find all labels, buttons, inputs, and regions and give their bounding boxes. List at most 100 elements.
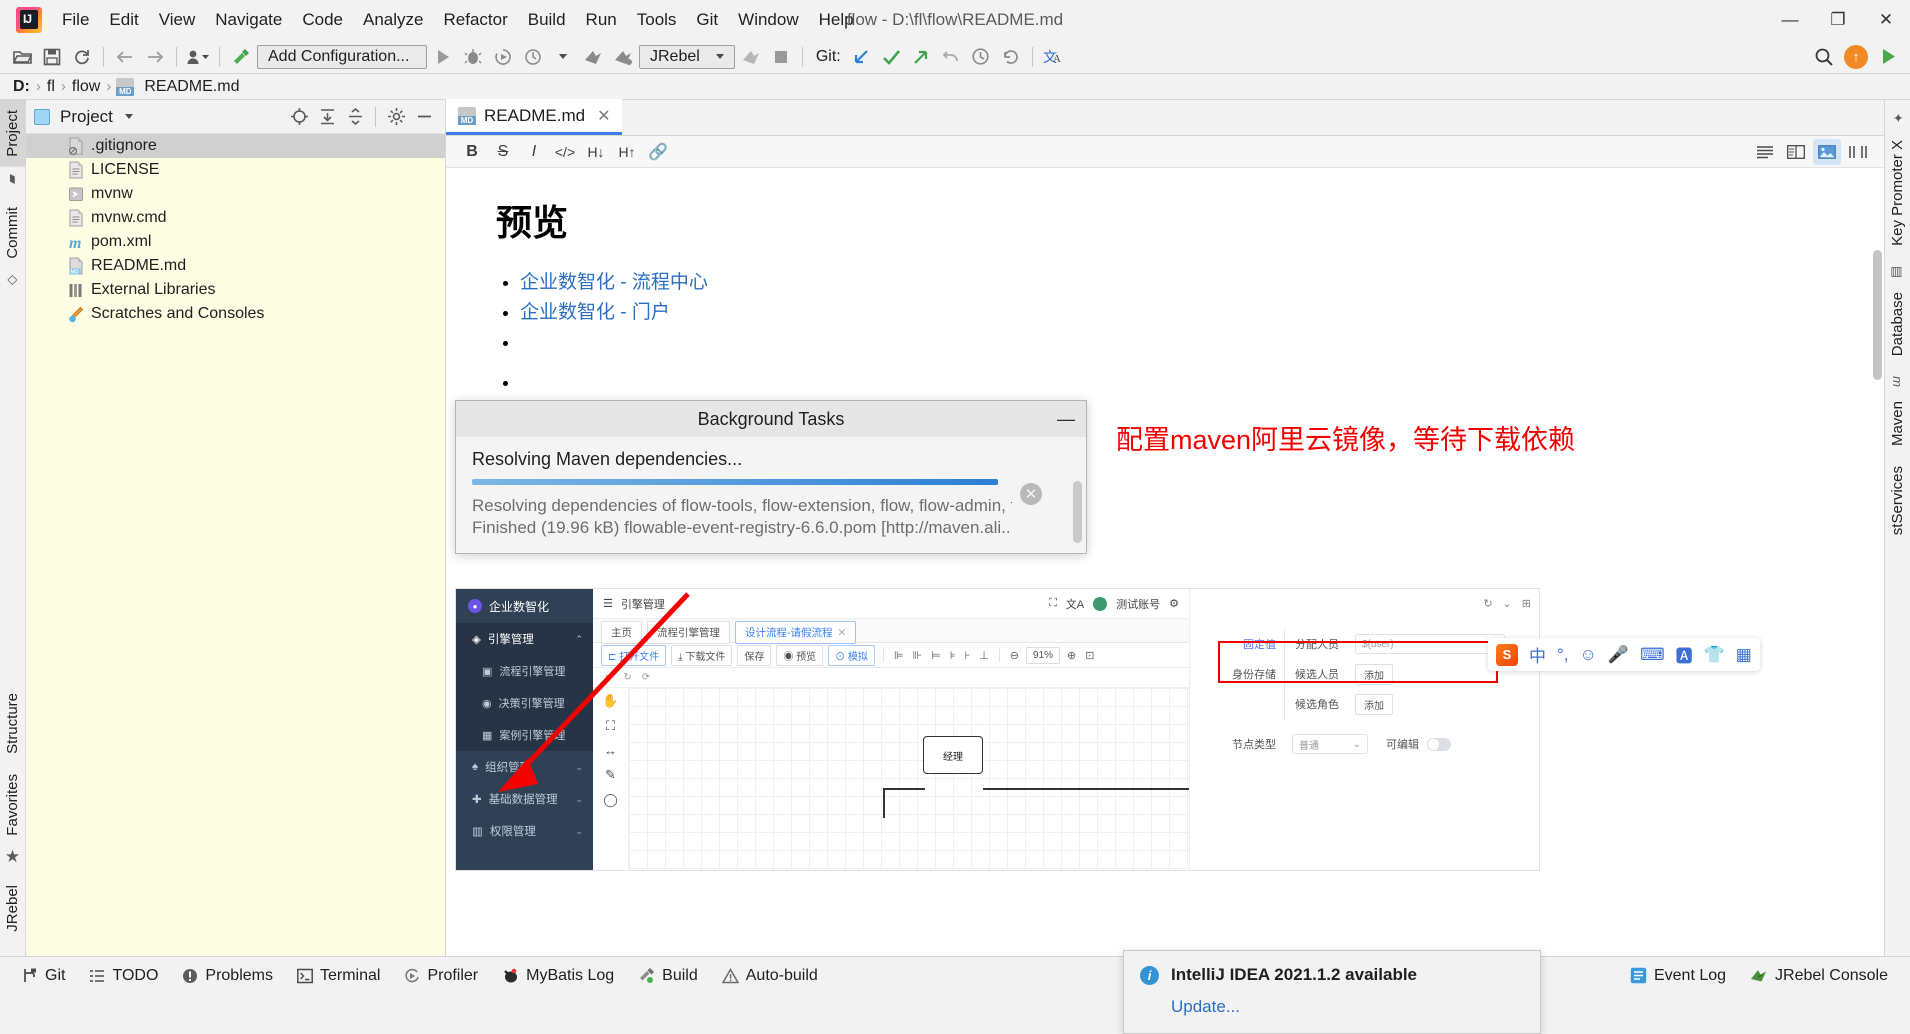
expand-all-icon[interactable] <box>314 104 340 130</box>
stop-button-icon[interactable] <box>767 44 795 70</box>
jrebel-debug-icon[interactable] <box>609 44 637 70</box>
collapse-all-icon[interactable] <box>342 104 368 130</box>
tool-window-structure[interactable]: Structure <box>0 683 25 764</box>
app-preview-button[interactable]: ◉ 预览 <box>776 644 824 666</box>
run-configuration-selector[interactable]: Add Configuration... <box>257 44 427 69</box>
app-download-file-button[interactable]: ⤓ 下载文件 <box>671 644 733 666</box>
run-button-icon[interactable] <box>429 44 457 70</box>
translate-icon[interactable]: 文A <box>1040 44 1068 70</box>
code-button[interactable]: </> <box>551 139 579 165</box>
status-event-log[interactable]: Event Log <box>1620 963 1736 989</box>
sogou-ime-icon[interactable]: S <box>1496 643 1518 666</box>
ime-mode-label[interactable]: 中 <box>1529 642 1546 667</box>
hamburger-icon[interactable]: ☰ <box>603 597 613 610</box>
tree-item-pom-xml[interactable]: m pom.xml <box>26 230 445 254</box>
app-simulate-button[interactable]: ⊙ 模拟 <box>828 644 875 666</box>
heading-up-button[interactable]: H↑ <box>613 139 641 165</box>
sync-refresh-icon[interactable] <box>68 44 96 70</box>
tree-item-mvnw-cmd[interactable]: mvnw.cmd <box>26 206 445 230</box>
tree-item-scratches[interactable]: Scratches and Consoles <box>26 302 445 326</box>
breadcrumb-file[interactable]: README.md <box>141 78 242 96</box>
status-git[interactable]: Git <box>12 963 75 989</box>
breadcrumb-part-fl[interactable]: fl <box>44 78 58 96</box>
toggle-editor-layout-button[interactable] <box>1844 139 1872 165</box>
properties-chevron-icon[interactable]: ⌄ <box>1503 597 1512 610</box>
build-hammer-icon[interactable] <box>227 44 255 70</box>
align-bottom-icon[interactable]: ⊥ <box>977 649 991 662</box>
open-folder-icon[interactable] <box>8 44 36 70</box>
settings-gear-icon[interactable]: ⚙ <box>1169 597 1179 610</box>
editor-scrollbar[interactable] <box>1873 250 1882 380</box>
italic-button[interactable]: I <box>520 139 548 165</box>
preview-only-view-button[interactable] <box>1813 138 1841 165</box>
save-all-icon[interactable] <box>38 44 66 70</box>
preview-link-1[interactable]: 企业数智化 - 流程中心 <box>520 272 708 293</box>
editor-only-view-button[interactable] <box>1751 139 1779 165</box>
properties-refresh-icon[interactable]: ↻ <box>1483 597 1492 610</box>
undo-icon[interactable]: ↺ <box>605 672 613 683</box>
align-right-icon[interactable]: ⊨ <box>929 649 943 662</box>
tree-item-external-libraries[interactable]: External Libraries <box>26 278 445 302</box>
zoom-out-icon[interactable]: ⊖ <box>1008 649 1021 662</box>
tool-window-database[interactable]: Database <box>1885 282 1910 366</box>
tool-window-key-promoter[interactable]: Key Promoter X <box>1885 130 1910 256</box>
ime-punctuation-icon[interactable]: °, <box>1557 645 1569 665</box>
profiler-dropdown-icon[interactable] <box>549 44 577 70</box>
menu-code[interactable]: Code <box>292 7 353 33</box>
properties-expand-icon[interactable]: ⊞ <box>1522 597 1531 610</box>
tree-item-readme[interactable]: MD README.md <box>26 254 445 278</box>
distribute-h-icon[interactable]: ⊧ <box>948 649 958 662</box>
status-mybatis-log[interactable]: MyBatis Log <box>492 963 624 989</box>
jrebel-selector[interactable]: JRebel <box>639 44 735 69</box>
status-auto-build[interactable]: Auto-build <box>712 963 828 989</box>
menu-git[interactable]: Git <box>686 7 728 33</box>
ime-keyboard-icon[interactable]: ⌨ <box>1640 645 1665 665</box>
app-menu-decision-engine[interactable]: ◉ 决策引擎管理 <box>456 687 593 719</box>
app-open-file-button[interactable]: ⊏ 打开文件 <box>601 644 667 666</box>
jrebel-run-icon[interactable] <box>579 44 607 70</box>
connect-tool-icon[interactable]: ✎ <box>605 767 616 783</box>
app-tab-process-engine[interactable]: 流程引擎管理 <box>647 620 730 644</box>
status-terminal[interactable]: Terminal <box>287 963 390 989</box>
zoom-level[interactable]: 91% <box>1026 646 1061 664</box>
tree-item-gitignore[interactable]: .gitignore <box>26 134 445 158</box>
ime-emoji-icon[interactable]: ☺ <box>1580 645 1597 665</box>
chevron-down-icon[interactable] <box>124 114 133 119</box>
tool-window-commit[interactable]: Commit <box>0 197 25 269</box>
zoom-in-icon[interactable]: ⊕ <box>1065 649 1078 662</box>
status-build[interactable]: Build <box>628 963 708 989</box>
editable-toggle[interactable] <box>1427 737 1451 751</box>
breadcrumb-drive[interactable]: D: <box>10 78 33 96</box>
menu-build[interactable]: Build <box>518 7 576 33</box>
close-tab-icon-app[interactable]: ✕ <box>838 627 847 639</box>
status-todo[interactable]: TODO <box>79 963 168 989</box>
heading-down-button[interactable]: H↓ <box>582 139 610 165</box>
ime-toolbox-icon[interactable]: 🅰 <box>1676 642 1693 667</box>
app-menu-basic-data[interactable]: ✚ 基础数据管理 ⌄ <box>456 783 593 815</box>
locate-file-icon[interactable] <box>286 104 312 130</box>
language-icon[interactable]: 文A <box>1066 596 1084 612</box>
tool-window-project[interactable]: Project <box>0 100 25 167</box>
tool-window-rest-services[interactable]: stServices <box>1885 456 1910 545</box>
breadcrumb-part-flow[interactable]: flow <box>69 78 103 96</box>
align-center-icon[interactable]: ⊪ <box>911 649 925 662</box>
close-button[interactable]: ✕ <box>1862 0 1910 40</box>
strikethrough-button[interactable]: S <box>489 139 517 165</box>
menu-refactor[interactable]: Refactor <box>433 7 517 33</box>
tree-item-mvnw[interactable]: mvnw <box>26 182 445 206</box>
refresh-icon[interactable]: ⟳ <box>642 672 650 683</box>
menu-help[interactable]: Help <box>809 7 864 33</box>
tree-item-license[interactable]: LICENSE <box>26 158 445 182</box>
close-tab-icon[interactable]: ✕ <box>597 106 610 126</box>
bpmn-canvas[interactable]: ✋ ⛶ ↔ ✎ ◯ 经理 <box>593 688 1215 870</box>
debug-button-icon[interactable] <box>459 44 487 70</box>
app-menu-engine[interactable]: ◈ 引擎管理 ⌃ <box>456 623 593 655</box>
forward-arrow-icon[interactable] <box>141 44 169 70</box>
minimize-dialog-icon[interactable]: — <box>1056 409 1076 429</box>
minimize-button[interactable]: — <box>1766 0 1814 40</box>
align-left-icon[interactable]: ⊫ <box>892 649 906 662</box>
status-profiler[interactable]: Profiler <box>394 963 488 989</box>
tool-window-jrebel[interactable]: JRebel <box>0 875 25 942</box>
profile-dropdown-icon[interactable] <box>184 44 212 70</box>
status-jrebel-console[interactable]: JRebel Console <box>1740 963 1898 989</box>
